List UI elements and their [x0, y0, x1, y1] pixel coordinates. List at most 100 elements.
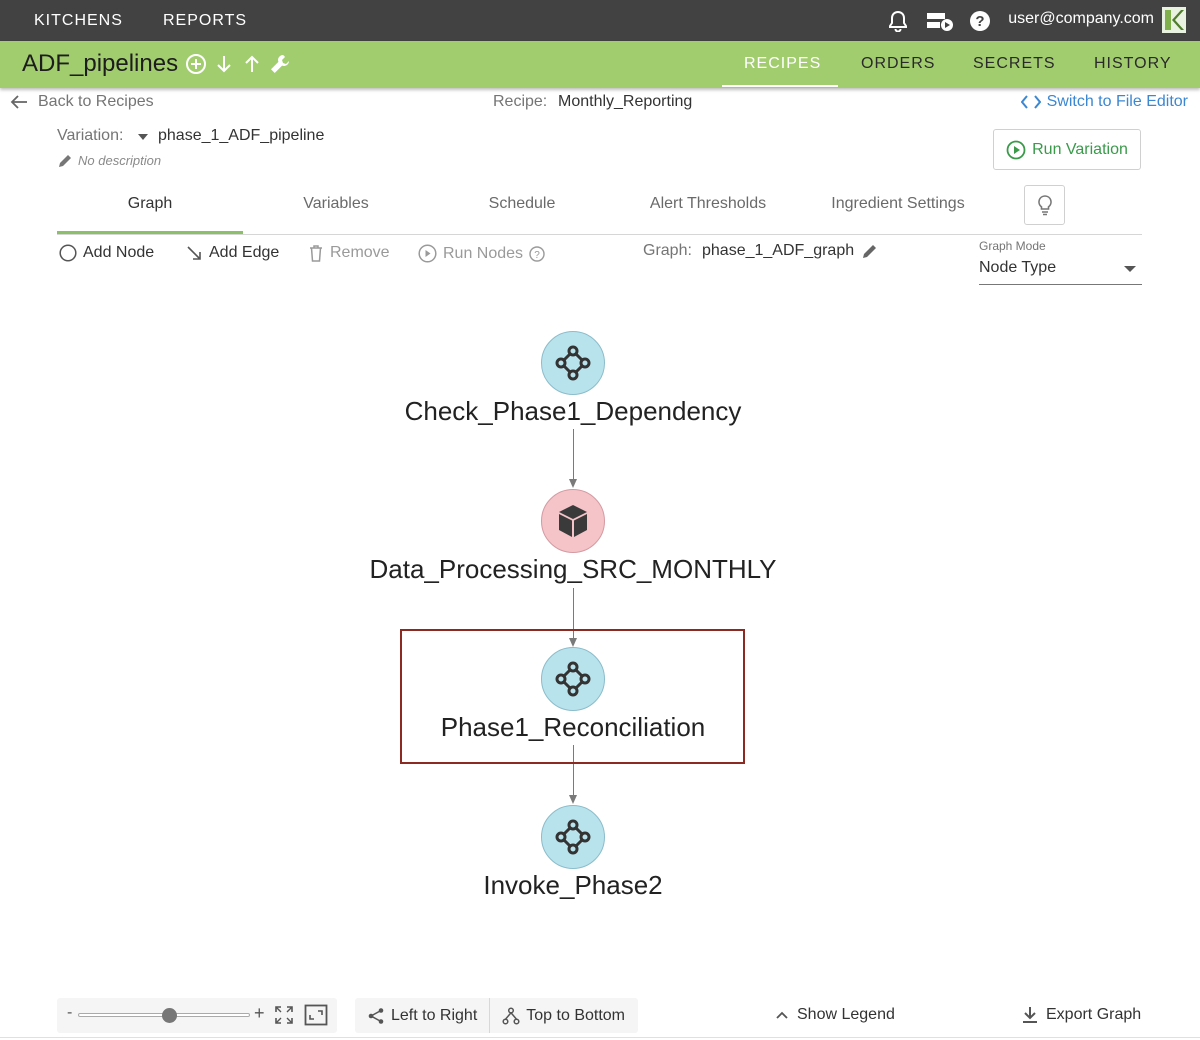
top-to-bottom-label: Top to Bottom [526, 1006, 625, 1024]
chevron-down-icon [1124, 266, 1136, 272]
pipeline-icon [555, 345, 591, 381]
variation-label: Variation: [57, 127, 124, 144]
tab-recipes[interactable]: RECIPES [744, 55, 821, 73]
zoom-slider-thumb[interactable] [162, 1008, 177, 1023]
graph-node-1[interactable] [541, 331, 605, 395]
nav-reports[interactable]: REPORTS [163, 12, 247, 30]
layout-direction-group: Left to Right Top to Bottom [355, 998, 638, 1033]
diagonal-arrow-icon [187, 245, 201, 260]
arrow-up-icon[interactable] [240, 52, 264, 76]
play-circle-icon [1006, 140, 1026, 159]
graph-node-label[interactable]: Phase1_Reconciliation [323, 712, 823, 743]
recipe-title: ADF_pipelines [22, 50, 179, 77]
graph-mode-select[interactable]: Node Type [979, 256, 1142, 285]
recipe-value: Monthly_Reporting [558, 93, 693, 110]
edge-1[interactable] [573, 429, 574, 481]
download-icon [1023, 1007, 1037, 1023]
graph-label: Graph: [643, 242, 692, 259]
wrench-icon[interactable] [268, 52, 292, 76]
top-bar: KITCHENS REPORTS ? user@company.com [0, 0, 1200, 41]
tab-orders[interactable]: ORDERS [861, 55, 935, 73]
run-variation-label: Run Variation [1032, 140, 1128, 158]
zoom-in-button[interactable]: + [254, 1003, 265, 1024]
recipe-label: Recipe: [493, 93, 548, 110]
add-edge-button[interactable]: Add Edge [186, 244, 279, 262]
lightbulb-icon [1037, 195, 1052, 216]
nav-kitchens[interactable]: KITCHENS [34, 12, 123, 30]
tab-variables[interactable]: Variables [243, 195, 429, 213]
code-icon [1020, 95, 1041, 109]
left-to-right-label: Left to Right [391, 1006, 478, 1024]
bell-icon[interactable] [885, 8, 911, 34]
pencil-icon [59, 154, 71, 167]
export-graph-label: Export Graph [1046, 1006, 1142, 1023]
brand-logo [1162, 7, 1186, 33]
graph-mode-label: Graph Mode [979, 239, 1046, 253]
switch-to-file-editor-link[interactable]: Switch to File Editor [1020, 93, 1188, 111]
tab-history[interactable]: HISTORY [1094, 55, 1172, 73]
fit-to-screen-icon[interactable] [275, 1006, 293, 1024]
help-outline-icon[interactable]: ? [529, 245, 545, 262]
switch-label: Switch to File Editor [1046, 93, 1188, 110]
pipeline-icon [555, 819, 591, 855]
pencil-icon[interactable] [862, 243, 878, 259]
add-node-button[interactable]: Add Node [59, 244, 154, 262]
zoom-out-button[interactable]: - [67, 1004, 72, 1022]
graph-node-2[interactable] [541, 489, 605, 553]
back-to-recipes-link[interactable]: Back to Recipes [10, 93, 154, 111]
cube-icon [559, 505, 587, 537]
show-legend-label: Show Legend [797, 1006, 895, 1023]
show-legend-button[interactable]: Show Legend [775, 1006, 895, 1024]
run-nodes-button[interactable]: Run Nodes ? [418, 244, 545, 263]
graph-node-label[interactable]: Check_Phase1_Dependency [323, 396, 823, 427]
graph-node-label[interactable]: Invoke_Phase2 [323, 870, 823, 901]
arrow-down-icon[interactable] [212, 52, 236, 76]
tab-alert-thresholds[interactable]: Alert Thresholds [615, 195, 801, 213]
add-edge-label: Add Edge [209, 244, 280, 261]
play-circle-icon [418, 244, 437, 263]
edge-3-arrowhead [569, 795, 577, 804]
circle-outline-icon [59, 244, 77, 262]
edge-1-arrowhead [569, 479, 577, 488]
svg-text:?: ? [975, 13, 984, 30]
user-email[interactable]: user@company.com [1008, 10, 1154, 28]
remove-label: Remove [330, 244, 390, 261]
graph-node-4[interactable] [541, 805, 605, 869]
share-icon [368, 1007, 384, 1024]
chevron-up-icon [776, 1011, 788, 1019]
remove-button[interactable]: Remove [308, 244, 390, 262]
recipe-bar: ADF_pipelines RECIPES ORDERS SECRETS HIS… [0, 41, 1200, 88]
add-circle-icon[interactable] [184, 52, 208, 76]
graph-name-value: phase_1_ADF_graph [702, 242, 855, 259]
run-nodes-label: Run Nodes [443, 244, 524, 262]
help-icon[interactable]: ? [967, 8, 993, 34]
graph-node-label[interactable]: Data_Processing_SRC_MONTHLY [323, 554, 823, 585]
run-servers-icon[interactable] [926, 8, 954, 34]
arrow-left-icon [10, 95, 27, 109]
tab-graph[interactable]: Graph [57, 195, 243, 213]
export-graph-button[interactable]: Export Graph [1022, 1006, 1141, 1024]
pipeline-icon [555, 661, 591, 697]
graph-node-3[interactable] [541, 647, 605, 711]
fullscreen-frame-icon[interactable] [304, 1004, 328, 1026]
variation-select[interactable]: phase_1_ADF_pipeline [158, 127, 324, 145]
run-variation-button[interactable]: Run Variation [993, 129, 1141, 170]
graph-tab-indicator [57, 231, 243, 234]
tab-ingredient-settings[interactable]: Ingredient Settings [815, 195, 981, 213]
back-label: Back to Recipes [38, 93, 154, 110]
left-to-right-button[interactable]: Left to Right [355, 998, 489, 1033]
svg-text:?: ? [534, 250, 540, 261]
description-text: No description [78, 153, 162, 168]
variation-tabs: Graph Variables Schedule Alert Threshold… [57, 183, 1142, 235]
graph-mode-value: Node Type [979, 259, 1057, 276]
tab-secrets[interactable]: SECRETS [973, 55, 1056, 73]
bottom-divider [0, 1037, 1200, 1038]
lightbulb-button[interactable] [1024, 185, 1065, 225]
tree-icon [502, 1006, 520, 1025]
top-to-bottom-button[interactable]: Top to Bottom [490, 998, 637, 1033]
graph-name: phase_1_ADF_graph [702, 242, 878, 260]
variation-dropdown-caret[interactable] [138, 134, 148, 140]
active-tab-indicator [722, 85, 838, 87]
tab-schedule[interactable]: Schedule [429, 195, 615, 213]
description-edit[interactable]: No description [58, 153, 161, 168]
